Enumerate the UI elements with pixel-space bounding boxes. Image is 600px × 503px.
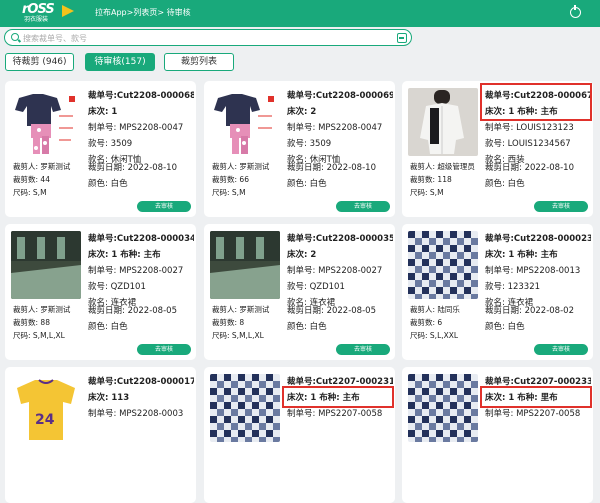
card-meta: 裁剪人: 罗斯测试 裁剪数: 44 尺码: S,M — [13, 162, 71, 197]
garment-thumbnail — [408, 88, 478, 156]
review-button[interactable]: 去审核 — [137, 201, 191, 212]
cut-card[interactable]: 裁单号:Cut2208-000034 床次: 1 布种: 主布 制单号: MPS… — [5, 224, 196, 360]
search-bar[interactable] — [4, 29, 412, 46]
garment-thumbnail: 24 — [11, 374, 81, 442]
card-meta: 裁剪人: 罗斯测试 裁剪数: 88 尺码: S,M,L,XL — [13, 305, 71, 340]
cut-number: Cut2208-000068 — [116, 91, 194, 101]
tab-pending-cut[interactable]: 待裁剪 (946) — [5, 53, 74, 71]
card-meta-right: 裁剪日期: 2022-08-02 颜色: 白色 — [485, 306, 574, 332]
cut-card[interactable]: 裁单号:Cut2208-000023 床次: 1 布种: 主布 制单号: MPS… — [402, 224, 593, 360]
cut-number: Cut2208-000017 — [116, 377, 194, 387]
svg-text:24: 24 — [35, 412, 55, 428]
review-button[interactable]: 去审核 — [534, 344, 588, 355]
card-meta: 裁剪人: 陆同乐 裁剪数: 6 尺码: S,L,XXL — [410, 305, 460, 340]
cut-card[interactable]: 裁单号:Cut2208-000035 床次: 2 制单号: MPS2208-00… — [204, 224, 395, 360]
card-fields: 裁单号:Cut2208-000035 床次: 2 制单号: MPS2208-00… — [287, 234, 393, 308]
bed-number: 2 — [310, 107, 317, 117]
review-button[interactable]: 去审核 — [137, 344, 191, 355]
search-icon — [11, 33, 19, 41]
garment-thumbnail — [11, 88, 81, 156]
card-meta-right: 裁剪日期: 2022-08-10 颜色: 白色 — [287, 163, 376, 189]
card-meta: 裁剪人: 罗斯测试 裁剪数: 66 尺码: S,M — [212, 162, 270, 197]
cut-card[interactable]: 裁单号:Cut2207-000231 床次: 1 布种: 主布 制单号: MPS… — [204, 367, 395, 503]
highlight-box — [282, 386, 394, 408]
order-number: MPS2208-0047 — [119, 123, 184, 133]
card-fields: 裁单号:Cut2208-000034 床次: 1 布种: 主布 制单号: MPS… — [88, 234, 194, 308]
garment-thumbnail — [210, 88, 280, 156]
cut-card[interactable]: 裁单号:Cut2207-000233 床次: 1 布种: 里布 制单号: MPS… — [402, 367, 593, 503]
brand-logo: rOSS 羽衣服装 — [22, 3, 82, 24]
card-fields: 裁单号:Cut2208-000069 床次: 2 制单号: MPS2208-00… — [287, 91, 393, 165]
breadcrumb[interactable]: 拉布App>列表页> 待审核 — [95, 8, 191, 18]
garment-thumbnail — [210, 231, 280, 299]
cut-card[interactable]: 裁单号:Cut2208-000069 床次: 2 制单号: MPS2208-00… — [204, 81, 395, 217]
highlight-box — [480, 386, 592, 408]
fabric-thumbnail — [408, 374, 478, 442]
card-fields: 裁单号:Cut2208-000068 床次: 1 制单号: MPS2208-00… — [88, 91, 194, 165]
cut-card[interactable]: 裁单号:Cut2208-000068 床次: 1 制单号: MPS2208-00… — [5, 81, 196, 217]
power-icon[interactable] — [570, 5, 581, 18]
bed-number: 1 — [111, 107, 118, 117]
cut-card[interactable]: 24 裁单号:Cut2208-000017 床次: 113 制单号: MPS22… — [5, 367, 196, 503]
garment-thumbnail — [11, 231, 81, 299]
card-meta-right: 裁剪日期: 2022-08-05 颜色: 白色 — [88, 306, 177, 332]
card-meta: 裁剪人: 罗斯测试 裁剪数: 8 尺码: S,M,L,XL — [212, 305, 270, 340]
card-fields: 裁单号:Cut2208-000023 床次: 1 布种: 主布 制单号: MPS… — [485, 234, 591, 308]
scan-icon[interactable] — [397, 33, 407, 43]
review-button[interactable]: 去审核 — [534, 201, 588, 212]
card-meta: 裁剪人: 超级管理员 裁剪数: 118 尺码: S,M — [410, 162, 475, 197]
card-fields: 裁单号:Cut2208-000017 床次: 113 制单号: MPS2208-… — [88, 377, 194, 419]
cut-number: Cut2208-000035 — [315, 234, 393, 244]
fabric-thumbnail — [408, 231, 478, 299]
app-header: rOSS 羽衣服装 拉布App>列表页> 待审核 — [0, 0, 600, 27]
review-button[interactable]: 去审核 — [336, 344, 390, 355]
search-input[interactable] — [23, 32, 383, 44]
cut-number: Cut2208-000069 — [315, 91, 393, 101]
review-button[interactable]: 去审核 — [336, 201, 390, 212]
cut-card[interactable]: 裁单号:Cut2208-000067 床次: 1 布种: 主布 制单号: LOU… — [402, 81, 593, 217]
fabric-thumbnail — [210, 374, 280, 442]
logo-flag-icon — [62, 5, 74, 17]
tab-cut-list[interactable]: 裁剪列表 — [164, 53, 234, 71]
highlight-box — [480, 83, 592, 121]
tab-pending-review[interactable]: 待审核(157) — [85, 53, 155, 71]
card-meta-right: 裁剪日期: 2022-08-05 颜色: 白色 — [287, 306, 376, 332]
cut-number: Cut2208-000034 — [116, 234, 194, 244]
card-meta-right: 裁剪日期: 2022-08-10 颜色: 白色 — [88, 163, 177, 189]
cut-number: Cut2208-000023 — [513, 234, 591, 244]
card-meta-right: 裁剪日期: 2022-08-10 颜色: 白色 — [485, 163, 574, 189]
